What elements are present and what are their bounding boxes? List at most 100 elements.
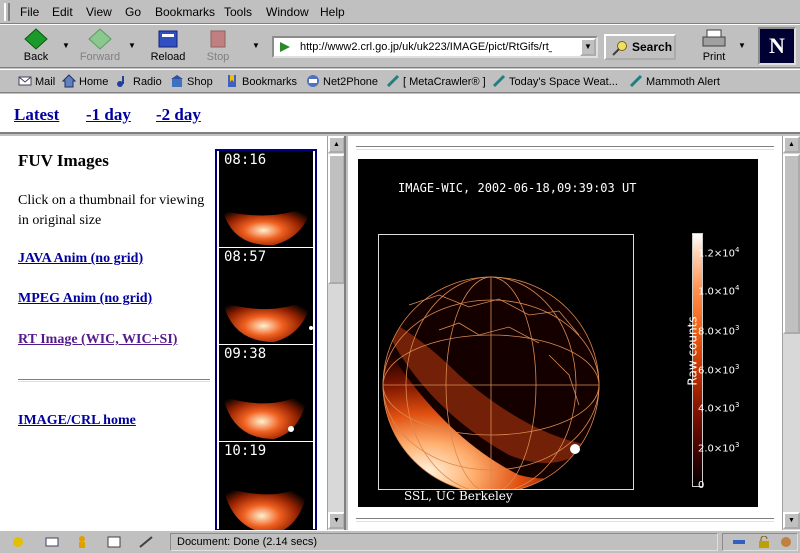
bookmarks-icon — [228, 75, 236, 87]
image-crl-home-link[interactable]: IMAGE/CRL home — [18, 413, 136, 429]
printer-icon — [702, 29, 726, 47]
url-dropdown-icon[interactable]: ▼ — [580, 38, 596, 56]
personal-shop[interactable]: Shop — [170, 74, 213, 88]
url-bar[interactable]: http://www2.crl.go.jp/uk/uk223/IMAGE/pic… — [272, 36, 598, 58]
thumbnail-time: 10:19 — [224, 443, 267, 459]
colorbar-tick-label: 2.0×103 — [698, 440, 740, 454]
thumbnail-0816[interactable]: 08:16 — [219, 151, 313, 247]
right-frame-scrollbar[interactable]: ▲ ▼ — [782, 136, 800, 530]
right-frame: IMAGE-WIC, 2002-06-18,09:39:03 UT 1.2×10… — [348, 136, 800, 530]
personal-metacrawler[interactable]: [ MetaCrawler® ] — [386, 74, 486, 88]
personal-mammoth-alert-label: Mammoth Alert — [646, 76, 720, 88]
scroll-down-icon[interactable]: ▼ — [328, 512, 344, 529]
navigation-toolbar: Back ▼ Forward ▼ Reload Stop ▼ http://ww… — [0, 24, 800, 68]
menu-view[interactable]: View — [86, 5, 112, 19]
link-minus-2-day[interactable]: -2 day — [156, 105, 201, 125]
thumbnail-time: 09:38 — [224, 346, 267, 362]
menu-window[interactable]: Window — [266, 5, 309, 19]
menu-file[interactable]: File — [20, 5, 39, 19]
personal-mammoth-alert[interactable]: Mammoth Alert — [629, 74, 720, 88]
forward-button[interactable]: Forward — [78, 27, 122, 65]
mail-icon[interactable] — [44, 535, 60, 549]
personal-toolbar: Mail Home Radio Shop Bookmarks Net2Phone… — [0, 69, 800, 93]
status-indicators — [722, 533, 798, 551]
personal-radio-label: Radio — [133, 76, 162, 88]
menu-tools[interactable]: Tools — [224, 5, 252, 19]
thumbnail-time: 08:16 — [224, 152, 267, 168]
link-latest[interactable]: Latest — [14, 105, 59, 125]
stop-button[interactable]: Stop — [196, 27, 240, 65]
search-button[interactable]: Search — [604, 34, 676, 60]
link-minus-1-day[interactable]: -1 day — [86, 105, 131, 125]
mpeg-anim-links: MPEG Anim (no grid) — [18, 291, 152, 307]
navigator-icon[interactable] — [10, 535, 26, 549]
menu-bookmarks[interactable]: Bookmarks — [155, 5, 215, 19]
net2phone-icon — [307, 75, 319, 87]
composer-icon[interactable] — [106, 535, 122, 549]
stop-dropdown-icon[interactable]: ▼ — [252, 41, 260, 50]
reload-button[interactable]: Reload — [146, 27, 190, 65]
scroll-up-icon[interactable]: ▲ — [328, 136, 344, 153]
colorbar-tick-label: 0 — [698, 480, 705, 491]
page-proxy-icon — [280, 42, 290, 52]
java-anim-links: JAVA Anim (no grid) — [18, 251, 143, 267]
forward-dropdown-icon[interactable]: ▼ — [128, 41, 136, 50]
colorbar-tick-label: 8.0×103 — [698, 323, 740, 338]
bookmark-link-icon — [629, 74, 643, 88]
rt-image-link[interactable]: RT Image (WIC, WIC+SI) — [18, 332, 177, 348]
colorbar-tick-label: 4.0×103 — [698, 401, 740, 415]
menu-go[interactable]: Go — [125, 5, 141, 19]
online-status-icon[interactable] — [731, 536, 747, 548]
radio-icon — [117, 76, 124, 87]
mpeg-anim-link[interactable]: MPEG Anim — [18, 291, 96, 306]
personal-net2phone[interactable]: Net2Phone — [306, 74, 378, 88]
stop-label: Stop — [206, 51, 230, 63]
address-book-icon[interactable] — [138, 535, 154, 549]
fuv-main-image[interactable]: IMAGE-WIC, 2002-06-18,09:39:03 UT 1.2×10… — [358, 159, 758, 507]
search-icon — [612, 41, 627, 56]
status-text: Document: Done (2.14 secs) — [170, 533, 718, 551]
forward-arrow-icon — [88, 28, 112, 50]
forward-label: Forward — [79, 51, 121, 63]
search-label: Search — [632, 40, 673, 54]
mpeg-anim-no-grid-link[interactable]: (no grid) — [100, 291, 153, 306]
print-dropdown-icon[interactable]: ▼ — [738, 41, 746, 50]
reload-label: Reload — [150, 51, 186, 63]
left-frame-scrollbar[interactable]: ▲ ▼ — [327, 136, 344, 530]
personal-space-weather-label: Today's Space Weat... — [509, 76, 618, 88]
shop-icon — [171, 75, 183, 87]
scroll-down-icon[interactable]: ▼ — [783, 512, 800, 529]
thumbnail-column: 08:16 08:57 09:38 10:19 — [215, 149, 317, 530]
personal-radio[interactable]: Radio — [116, 74, 162, 88]
security-lock-icon[interactable] — [757, 536, 771, 548]
menu-grip — [4, 3, 10, 21]
scrollbar-thumb[interactable] — [328, 154, 344, 284]
thumbnail-0857[interactable]: 08:57 — [219, 248, 313, 344]
back-dropdown-icon[interactable]: ▼ — [62, 41, 70, 50]
thumbnail-1019[interactable]: 10:19 — [219, 442, 313, 530]
url-input[interactable]: http://www2.crl.go.jp/uk/uk223/IMAGE/pic… — [300, 41, 552, 53]
personal-home[interactable]: Home — [62, 74, 108, 88]
menu-help[interactable]: Help — [320, 5, 345, 19]
personal-metacrawler-label: [ MetaCrawler® ] — [403, 76, 486, 88]
thumbnail-0938[interactable]: 09:38 — [219, 345, 313, 441]
java-anim-link[interactable]: JAVA Anim — [18, 251, 87, 266]
right-bottom-divider — [356, 518, 774, 522]
cookie-icon[interactable] — [779, 536, 793, 548]
netscape-logo[interactable]: N — [758, 27, 796, 65]
image-credit: SSL, UC Berkeley — [404, 489, 513, 503]
print-button[interactable]: Print — [694, 27, 734, 65]
instant-messenger-icon[interactable] — [74, 535, 90, 549]
java-anim-no-grid-link[interactable]: (no grid) — [91, 251, 144, 266]
menu-edit[interactable]: Edit — [52, 5, 73, 19]
personal-space-weather[interactable]: Today's Space Weat... — [492, 74, 618, 88]
personal-bookmarks[interactable]: Bookmarks — [225, 74, 297, 88]
print-label: Print — [702, 51, 726, 63]
fuv-image-title: IMAGE-WIC, 2002-06-18,09:39:03 UT — [398, 181, 637, 195]
personal-mail-label: Mail — [35, 76, 56, 88]
scrollbar-thumb[interactable] — [783, 154, 800, 334]
back-button[interactable]: Back — [14, 27, 58, 65]
home-icon — [62, 74, 76, 88]
personal-mail[interactable]: Mail — [18, 74, 55, 88]
scroll-up-icon[interactable]: ▲ — [783, 136, 800, 153]
